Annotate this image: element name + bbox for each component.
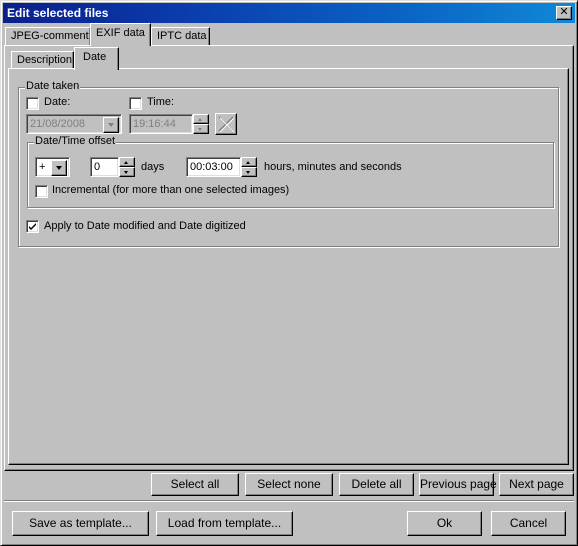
title-bar: Edit selected files ✕ <box>3 3 575 23</box>
offset-sign-select[interactable]: + <box>35 157 70 177</box>
days-field[interactable]: 0 <box>90 157 119 177</box>
tab-label: IPTC data <box>157 30 207 42</box>
load-from-template-button[interactable]: Load from template... <box>156 511 293 536</box>
x-icon <box>218 116 235 133</box>
tab-label: Date <box>83 51 107 63</box>
date-checkbox-label: Date: <box>44 96 71 108</box>
date-time-offset-label: Date/Time offset <box>34 135 117 147</box>
spin-down-button[interactable] <box>119 167 135 177</box>
arrow-down-icon <box>198 128 202 131</box>
chevron-down-icon <box>108 123 114 127</box>
edit-selected-files-dialog: Edit selected files ✕ JPEG-comment EXIF … <box>0 0 578 546</box>
spin-down-button[interactable] <box>241 167 257 177</box>
tab-label: Description <box>17 54 73 66</box>
time-checkbox[interactable] <box>129 97 142 110</box>
date-picker[interactable]: 21/08/2008 <box>26 114 122 134</box>
date-dropdown-button[interactable] <box>103 117 119 133</box>
arrow-up-icon <box>198 118 202 121</box>
days-spinner[interactable] <box>119 157 135 177</box>
checkmark-icon <box>29 223 36 230</box>
tab-label: JPEG-comment <box>11 30 89 42</box>
apply-to-dates-label: Apply to Date modified and Date digitize… <box>44 220 246 232</box>
previous-page-button[interactable]: Previous page <box>419 473 497 496</box>
arrow-down-icon <box>124 171 128 174</box>
select-none-button[interactable]: Select none <box>245 473 333 496</box>
ok-button[interactable]: Ok <box>407 511 482 536</box>
tab-exif-data[interactable]: EXIF data <box>90 23 151 46</box>
time-field[interactable]: 19:16:44 <box>129 114 193 134</box>
close-button[interactable]: ✕ <box>556 6 572 20</box>
chevron-down-icon <box>56 166 62 170</box>
subtab-date[interactable]: Date <box>74 47 119 70</box>
delete-all-button[interactable]: Delete all <box>339 473 414 496</box>
offset-time-value: 00:03:00 <box>190 161 233 173</box>
tab-jpeg-comment[interactable]: JPEG-comment <box>5 27 91 47</box>
spin-up-button[interactable] <box>241 157 257 167</box>
select-all-button[interactable]: Select all <box>151 473 239 496</box>
arrow-up-icon <box>246 161 250 164</box>
days-label: days <box>141 161 165 173</box>
date-checkbox[interactable] <box>26 97 39 110</box>
arrow-up-icon <box>124 161 128 164</box>
date-value: 21/08/2008 <box>30 118 86 130</box>
incremental-label: Incremental (for more than one selected … <box>52 184 290 196</box>
window-title: Edit selected files <box>7 6 109 20</box>
clear-date-button[interactable] <box>215 113 237 135</box>
spin-down-button[interactable] <box>193 124 209 134</box>
time-value: 19:16:44 <box>133 118 176 130</box>
apply-to-dates-checkbox[interactable] <box>26 220 39 233</box>
sign-dropdown-button[interactable] <box>51 160 67 176</box>
offset-sign-value: + <box>39 161 46 173</box>
incremental-checkbox[interactable] <box>35 185 48 198</box>
offset-time-label: hours, minutes and seconds <box>264 161 402 173</box>
tab-iptc-data[interactable]: IPTC data <box>151 27 210 47</box>
close-icon: ✕ <box>559 6 569 18</box>
tab-label: EXIF data <box>96 27 145 39</box>
time-checkbox-label: Time: <box>147 96 175 108</box>
spin-up-button[interactable] <box>193 114 209 124</box>
spin-up-button[interactable] <box>119 157 135 167</box>
arrow-down-icon <box>246 171 250 174</box>
time-spinner[interactable] <box>193 114 209 134</box>
next-page-button[interactable]: Next page <box>499 473 574 496</box>
offset-time-field[interactable]: 00:03:00 <box>186 157 241 177</box>
date-taken-label: Date taken <box>25 80 81 92</box>
separator <box>4 500 574 502</box>
cancel-button[interactable]: Cancel <box>491 511 566 536</box>
offset-time-spinner[interactable] <box>241 157 257 177</box>
days-value: 0 <box>94 161 101 173</box>
save-as-template-button[interactable]: Save as template... <box>12 511 149 536</box>
